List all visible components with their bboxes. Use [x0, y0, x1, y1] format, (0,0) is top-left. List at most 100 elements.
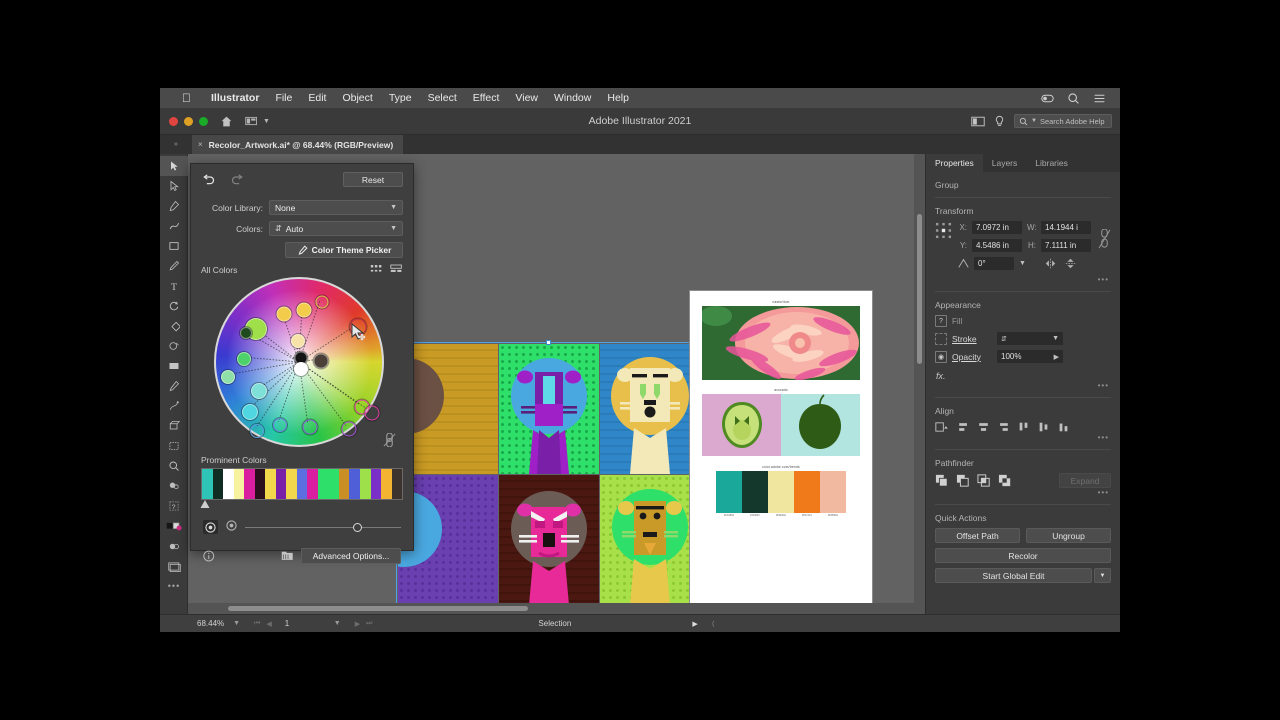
stepper-icon[interactable]: ⇵ — [1001, 335, 1007, 343]
tab-properties[interactable]: Properties — [926, 154, 983, 172]
rotate-icon[interactable] — [958, 258, 969, 269]
horizontal-scrollbar[interactable] — [188, 603, 914, 614]
gradient-tool[interactable] — [160, 336, 188, 356]
ungroup-button[interactable]: Ungroup — [1026, 528, 1111, 543]
handle-green-mid[interactable] — [237, 352, 251, 366]
next-artboard-button[interactable]: ▶ — [355, 620, 360, 628]
undo-icon[interactable] — [201, 173, 216, 186]
cell-blue-gold-lion[interactable] — [600, 344, 700, 474]
panel-expand-icon[interactable]: » — [164, 136, 188, 153]
appearance-more-icon[interactable]: ••• — [935, 381, 1111, 390]
blend-tool[interactable] — [160, 376, 188, 396]
handle-purple-ring[interactable] — [341, 421, 357, 437]
type-tool[interactable]: T — [160, 276, 188, 296]
handle-white-center[interactable] — [294, 362, 308, 376]
prominent-color-stripe[interactable] — [391, 469, 403, 499]
prominent-color-stripe[interactable] — [265, 469, 276, 499]
recolor-art-icon[interactable] — [203, 520, 218, 534]
edit-toolbar-icon[interactable]: ••• — [160, 576, 188, 596]
rotate-tool[interactable] — [160, 296, 188, 316]
prominent-color-stripe[interactable] — [233, 469, 245, 499]
vertical-scrollbar[interactable] — [914, 154, 925, 614]
prev-artboard-button[interactable]: ◀ — [266, 620, 271, 628]
align-to-selection-icon[interactable] — [935, 421, 950, 433]
advanced-options-button[interactable]: Advanced Options... — [301, 548, 401, 564]
prominent-color-stripe[interactable] — [286, 469, 297, 499]
cell-brown-pink-lion[interactable] — [499, 475, 599, 605]
stroke-icon[interactable] — [935, 332, 947, 345]
x-field[interactable]: 7.0972 in — [972, 221, 1022, 234]
save-theme-icon[interactable] — [281, 550, 293, 562]
hand-tool[interactable] — [160, 476, 188, 496]
mixed-fill-icon[interactable]: ? — [935, 315, 947, 327]
menu-list-icon[interactable] — [1093, 92, 1106, 105]
handle-cream[interactable] — [291, 334, 305, 348]
menu-window[interactable]: Window — [546, 92, 599, 104]
transform-more-icon[interactable]: ••• — [935, 275, 1111, 284]
prominent-colors-bar[interactable] — [201, 468, 403, 500]
align-center-h-icon[interactable] — [977, 421, 990, 433]
symbol-sprayer-tool[interactable] — [160, 396, 188, 416]
align-left-icon[interactable] — [957, 421, 970, 433]
menu-edit[interactable]: Edit — [300, 92, 334, 104]
cell-lime-green-lion[interactable] — [600, 475, 700, 605]
handle-green-pale[interactable] — [221, 370, 235, 384]
align-center-v-icon[interactable] — [1037, 421, 1050, 433]
flip-horizontal-icon[interactable] — [1045, 258, 1056, 269]
direct-selection-tool[interactable] — [160, 176, 188, 196]
minimize-button[interactable] — [184, 116, 193, 126]
paintbrush-tool[interactable] — [160, 256, 188, 276]
handle-yellow-2[interactable] — [296, 302, 312, 318]
handle-yellow-1[interactable] — [276, 306, 292, 322]
fill-stroke-swatch[interactable] — [160, 516, 188, 536]
randomize-icon[interactable] — [226, 518, 237, 536]
menu-effect[interactable]: Effect — [465, 92, 508, 104]
prominent-color-stripe[interactable] — [349, 469, 360, 499]
search-adobe-help-input[interactable]: Search Adobe Help — [1040, 117, 1105, 126]
handle-magenta-ring-2[interactable] — [364, 405, 380, 421]
handle-violet-ring[interactable] — [302, 419, 318, 435]
mixed-fill-icon[interactable]: ? — [160, 496, 188, 516]
chevron-down-icon[interactable]: ▼ — [233, 620, 240, 627]
prominent-color-stripe[interactable] — [296, 469, 308, 499]
menu-object[interactable]: Object — [334, 92, 380, 104]
prominent-color-stripe[interactable] — [275, 469, 287, 499]
first-artboard-button[interactable]: ⏮ — [254, 620, 260, 628]
opacity-icon[interactable]: ◉ — [935, 350, 947, 363]
zoom-button[interactable] — [199, 116, 208, 126]
prominent-color-stripe[interactable] — [317, 469, 329, 499]
prominent-color-stripe[interactable] — [244, 469, 255, 499]
zoom-level[interactable]: 68.44% — [194, 619, 228, 628]
color-library-select[interactable]: None ▼ — [269, 200, 403, 215]
colors-select[interactable]: ⇵ Auto ▼ — [269, 221, 403, 236]
menu-illustrator[interactable]: Illustrator — [203, 92, 267, 104]
color-wheel-area[interactable] — [200, 277, 404, 449]
color-mode-icons[interactable] — [160, 536, 188, 556]
prominent-color-stripe[interactable] — [381, 469, 392, 499]
artboard-tool[interactable] — [160, 436, 188, 456]
prominent-color-slider-thumb[interactable] — [200, 500, 210, 509]
rectangle-tool[interactable] — [160, 236, 188, 256]
shape-builder-tool[interactable] — [160, 316, 188, 336]
last-artboard-button[interactable]: ⏭ — [366, 620, 372, 628]
stroke-label[interactable]: Stroke — [952, 334, 992, 344]
prominent-color-stripe[interactable] — [338, 469, 350, 499]
chevron-down-icon[interactable]: ▼ — [1094, 568, 1111, 583]
offset-path-button[interactable]: Offset Path — [935, 528, 1020, 543]
menu-select[interactable]: Select — [420, 92, 465, 104]
stepper-icon[interactable]: ⇵ — [275, 224, 282, 233]
color-theme-picker-button[interactable]: Color Theme Picker — [285, 242, 403, 258]
w-field[interactable]: 14.1944 i — [1041, 221, 1091, 234]
bar-view-icon[interactable] — [390, 264, 403, 275]
pen-tool[interactable] — [160, 196, 188, 216]
recolor-button[interactable]: Recolor — [935, 548, 1111, 563]
graph-tool[interactable] — [160, 416, 188, 436]
menu-help[interactable]: Help — [599, 92, 637, 104]
cell-green-blue-lion[interactable] — [499, 344, 599, 474]
menu-type[interactable]: Type — [381, 92, 420, 104]
lion-artwork-group[interactable] — [398, 344, 700, 606]
align-bottom-icon[interactable] — [1057, 421, 1070, 433]
prominent-color-stripe[interactable] — [223, 469, 234, 499]
prominent-color-stripe[interactable] — [212, 469, 224, 499]
color-slider-knob[interactable] — [352, 522, 362, 532]
